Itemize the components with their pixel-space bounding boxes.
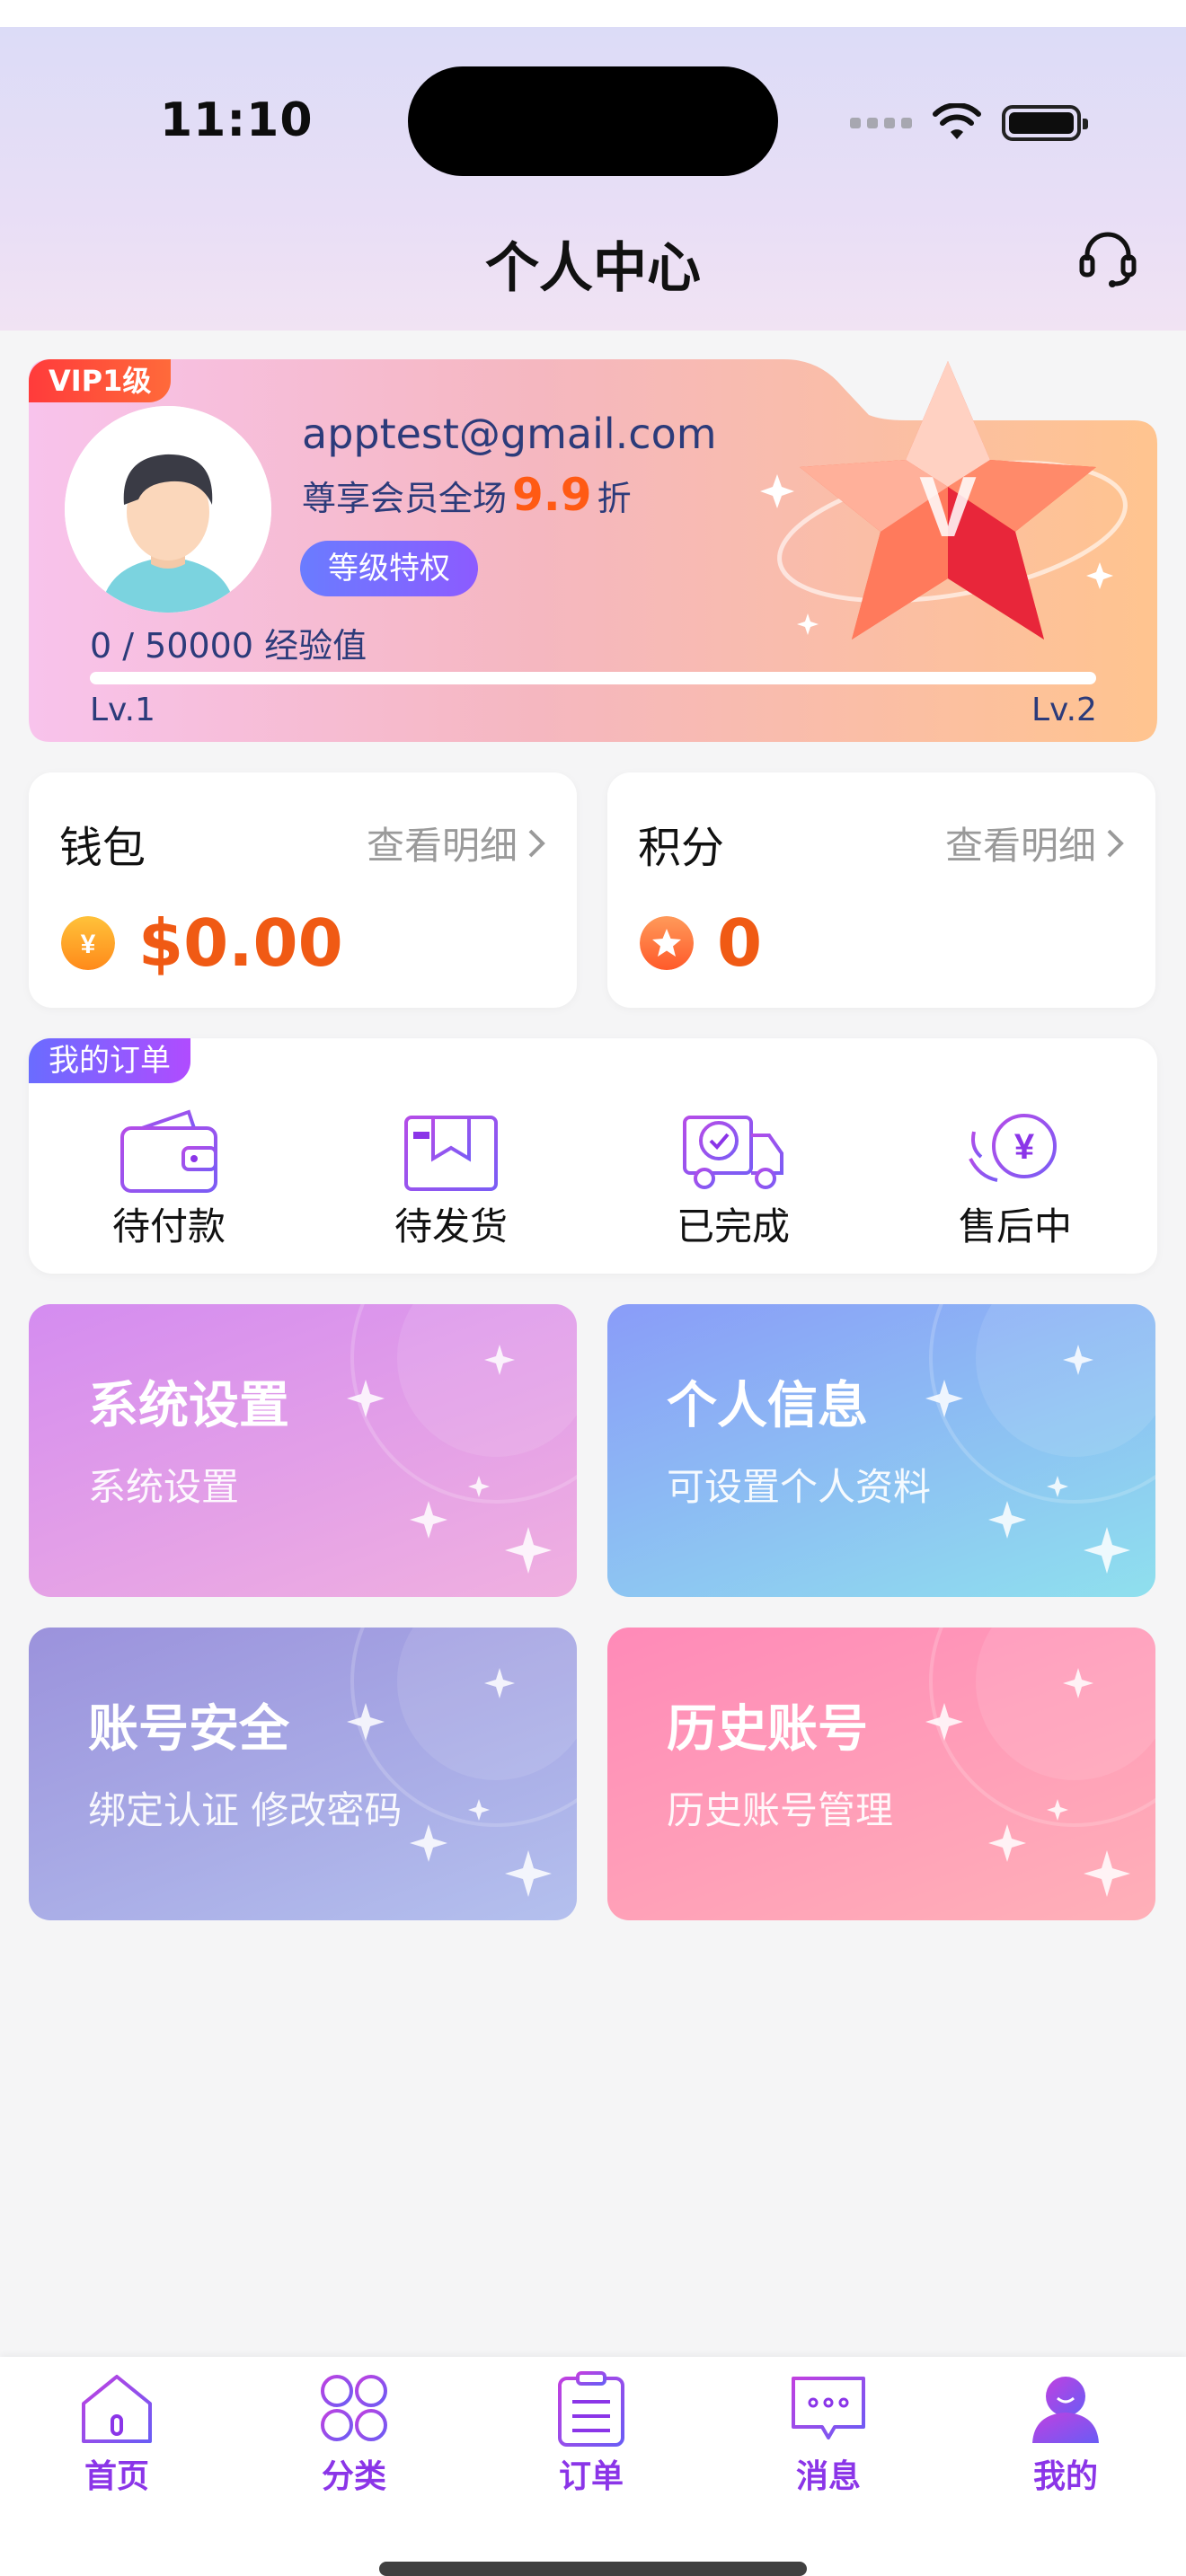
tile-title: 历史账号 bbox=[667, 1700, 868, 1759]
customer-service-icon[interactable] bbox=[1075, 225, 1141, 291]
order-item-label: 售后中 bbox=[958, 1204, 1072, 1248]
wallet-balance: $0.00 bbox=[138, 905, 343, 981]
chevron-right-icon bbox=[1107, 829, 1124, 857]
tile-title: 账号安全 bbox=[88, 1700, 289, 1759]
refund-icon: ¥ bbox=[969, 1114, 1057, 1182]
home-icon bbox=[82, 2375, 152, 2443]
profile-page: 11:10 个人中心 VIP1级 apptest@gmail.com 尊享会员全… bbox=[0, 0, 1186, 2576]
avatar[interactable] bbox=[65, 406, 271, 613]
vip-level-badge: VIP1级 bbox=[29, 359, 172, 402]
home-indicator bbox=[379, 2562, 807, 2576]
svg-text:¥: ¥ bbox=[1014, 1127, 1035, 1167]
sparkle-decoration-icon bbox=[925, 1628, 1155, 1897]
account-history-tile[interactable]: 历史账号 历史账号管理 bbox=[607, 1628, 1155, 1920]
sparkle-decoration-icon bbox=[347, 1628, 577, 1897]
yuan-coin-icon: ¥ bbox=[61, 916, 115, 970]
status-time: 11:10 bbox=[160, 93, 314, 147]
tab-category[interactable]: 分类 bbox=[273, 2371, 435, 2497]
tab-messages[interactable]: 消息 bbox=[748, 2371, 909, 2497]
tab-orders[interactable]: 订单 bbox=[510, 2371, 672, 2497]
clipboard-icon bbox=[558, 2371, 624, 2447]
order-completed[interactable]: 已完成 bbox=[643, 1105, 823, 1248]
tile-title: 系统设置 bbox=[88, 1377, 289, 1435]
tab-label: 我的 bbox=[1032, 2458, 1098, 2495]
tile-subtitle: 可设置个人资料 bbox=[667, 1465, 932, 1509]
user-email: apptest@gmail.com bbox=[302, 410, 717, 458]
tile-subtitle: 绑定认证 修改密码 bbox=[88, 1788, 403, 1832]
status-indicators bbox=[850, 101, 1088, 146]
account-security-tile[interactable]: 账号安全 绑定认证 修改密码 bbox=[29, 1628, 577, 1920]
tab-label: 分类 bbox=[321, 2458, 386, 2495]
current-level-label: Lv.1 bbox=[90, 692, 155, 728]
svg-text:V: V bbox=[919, 459, 977, 555]
points-balance: 0 bbox=[717, 905, 763, 981]
box-icon bbox=[404, 1116, 498, 1191]
member-discount: 尊享会员全场 9.9 折 bbox=[302, 469, 632, 521]
experience-text: 0 / 50000 经验值 bbox=[90, 626, 367, 666]
chevron-right-icon bbox=[528, 829, 545, 857]
wallet-label: 钱包 bbox=[59, 823, 146, 873]
discount-prefix: 尊享会员全场 bbox=[302, 479, 508, 518]
discount-suffix: 折 bbox=[597, 479, 632, 518]
truck-icon bbox=[683, 1116, 783, 1189]
dynamic-island bbox=[408, 66, 778, 176]
discount-value: 9.9 bbox=[512, 469, 592, 521]
wallet-detail-link[interactable]: 查看明细 bbox=[367, 816, 546, 870]
tab-profile[interactable]: 我的 bbox=[985, 2371, 1146, 2497]
order-item-label: 待付款 bbox=[111, 1204, 226, 1248]
points-detail-link[interactable]: 查看明细 bbox=[945, 816, 1125, 870]
wifi-icon bbox=[933, 103, 981, 139]
message-icon bbox=[792, 2377, 865, 2439]
my-orders-tag: 我的订单 bbox=[29, 1038, 190, 1083]
next-level-label: Lv.2 bbox=[1031, 692, 1097, 728]
order-after-sales[interactable]: ¥ 售后中 bbox=[925, 1105, 1105, 1248]
order-pending-payment[interactable]: 待付款 bbox=[79, 1105, 259, 1248]
points-star-icon bbox=[640, 916, 694, 970]
system-settings-tile[interactable]: 系统设置 系统设置 bbox=[29, 1304, 577, 1597]
coin-symbol: ¥ bbox=[81, 930, 96, 959]
tile-subtitle: 系统设置 bbox=[88, 1465, 240, 1509]
sparkle-decoration-icon bbox=[925, 1304, 1155, 1574]
tile-subtitle: 历史账号管理 bbox=[667, 1788, 894, 1832]
tab-label: 首页 bbox=[84, 2458, 149, 2495]
profile-icon bbox=[1032, 2377, 1099, 2443]
level-privilege-button[interactable]: 等级特权 bbox=[300, 541, 478, 596]
points-label: 积分 bbox=[638, 823, 725, 873]
battery-icon bbox=[1002, 105, 1088, 141]
points-card[interactable]: 积分 查看明细 0 bbox=[607, 772, 1155, 1008]
page-title: 个人中心 bbox=[485, 237, 701, 300]
order-item-label: 已完成 bbox=[676, 1204, 790, 1248]
order-item-label: 待发货 bbox=[394, 1204, 508, 1248]
tab-label: 订单 bbox=[558, 2458, 624, 2495]
order-pending-shipment[interactable]: 待发货 bbox=[361, 1105, 541, 1248]
wallet-detail-text: 查看明细 bbox=[366, 824, 518, 868]
points-detail-text: 查看明细 bbox=[944, 824, 1096, 868]
tab-home[interactable]: 首页 bbox=[36, 2371, 198, 2497]
grid-icon bbox=[321, 2375, 387, 2441]
tile-title: 个人信息 bbox=[667, 1377, 868, 1435]
tab-label: 消息 bbox=[795, 2458, 861, 2495]
personal-info-tile[interactable]: 个人信息 可设置个人资料 bbox=[607, 1304, 1155, 1597]
experience-progress-bar bbox=[90, 672, 1096, 684]
sparkle-decoration-icon bbox=[347, 1304, 577, 1574]
wallet-card[interactable]: 钱包 查看明细 ¥ $0.00 bbox=[29, 772, 577, 1008]
top-strip bbox=[0, 0, 1186, 27]
vip-star-icon: V bbox=[760, 361, 1128, 640]
wallet-icon bbox=[120, 1109, 217, 1193]
cellular-signal-icon bbox=[850, 118, 912, 128]
